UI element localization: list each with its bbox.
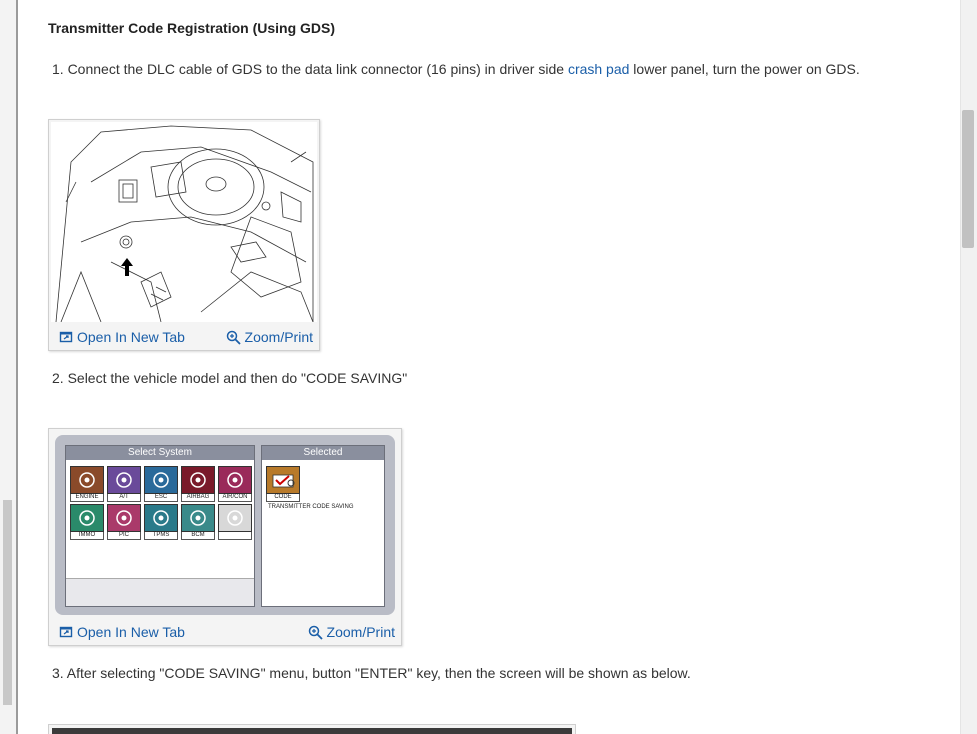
left-divider — [16, 0, 18, 734]
system-icon-label: AIR/CON — [218, 494, 252, 502]
open-in-new-tab-button[interactable]: Open In New Tab — [59, 329, 185, 345]
page-scrollbar-thumb[interactable] — [962, 110, 974, 248]
system-icon-label: ESC — [144, 494, 178, 502]
figure-dlc-location: Open In New Tab Zoom/Print — [48, 119, 320, 351]
system-icon-label: ENGINE — [70, 494, 104, 502]
select-system-panel: Select System ENGINE A/T ESC AIRBAG AIR/CON I… — [65, 445, 255, 607]
system-icon-label: AIRBAG — [181, 494, 215, 502]
transmitter-code-saving-note: TRANSMITTER CODE SAVING — [268, 504, 354, 510]
new-tab-icon — [59, 331, 73, 343]
system-icon-airbag[interactable]: AIRBAG — [181, 466, 215, 504]
open-in-new-tab-label: Open In New Tab — [77, 624, 185, 640]
system-icon-esc[interactable]: ESC — [144, 466, 178, 504]
system-icon-empty[interactable] — [218, 504, 252, 542]
arrow-up-icon — [121, 258, 133, 276]
step-2: 2. Select the vehicle model and then do … — [52, 370, 408, 386]
new-tab-icon — [59, 626, 73, 638]
left-rail — [0, 0, 16, 734]
page-scrollbar[interactable] — [960, 0, 977, 734]
left-scrollbar-thumb[interactable] — [3, 500, 12, 705]
open-in-new-tab-label: Open In New Tab — [77, 329, 185, 345]
gds-screen: Select System ENGINE A/T ESC AIRBAG AIR/CON I… — [51, 431, 399, 617]
step-1-text-end: lower panel, turn the power on GDS. — [629, 61, 860, 77]
section-title: Transmitter Code Registration (Using GDS… — [48, 20, 336, 36]
system-icon-label: PIC — [107, 532, 141, 540]
system-icon-a-t[interactable]: A/T — [107, 466, 141, 504]
zoom-print-button[interactable]: Zoom/Print — [226, 329, 313, 345]
figure-2-actions: Open In New Tab Zoom/Print — [49, 619, 401, 645]
step-3: 3. After selecting "CODE SAVING" menu, b… — [52, 665, 691, 681]
system-icon-label: TPMS — [144, 532, 178, 540]
system-icon-label: A/T — [107, 494, 141, 502]
system-icon-immo[interactable]: IMMO — [70, 504, 104, 542]
figure-gds-select-system: Select System ENGINE A/T ESC AIRBAG AIR/CON I… — [48, 428, 402, 646]
zoom-print-button-2[interactable]: Zoom/Print — [308, 624, 395, 640]
figure-1-actions: Open In New Tab Zoom/Print — [49, 324, 319, 350]
step-1-text: 1. Connect the DLC cable of GDS to the d… — [52, 61, 568, 77]
zoom-print-label: Zoom/Print — [326, 624, 395, 640]
crash-pad-link[interactable]: crash pad — [568, 61, 629, 77]
system-icon-air-con[interactable]: AIR/CON — [218, 466, 252, 504]
code-label: CODE — [266, 494, 300, 502]
selected-header: Selected — [262, 446, 384, 460]
code-saving-title-bar — [52, 728, 572, 734]
open-in-new-tab-button-2[interactable]: Open In New Tab — [59, 624, 185, 640]
zoom-print-label: Zoom/Print — [244, 329, 313, 345]
system-icon-bcm[interactable]: BCM — [181, 504, 215, 542]
zoom-in-icon — [226, 330, 241, 345]
figure-code-saving-screen — [48, 724, 576, 734]
system-icon-label — [218, 532, 252, 540]
zoom-in-icon — [308, 625, 323, 640]
system-icon-label: IMMO — [70, 532, 104, 540]
system-icon-engine[interactable]: ENGINE — [70, 466, 104, 504]
system-icon-pic[interactable]: PIC — [107, 504, 141, 542]
code-saving-icon[interactable]: CODE — [266, 466, 300, 504]
dashboard-illustration — [51, 122, 317, 322]
selected-panel: Selected CODE TRANSMITTER CODE SAVING — [261, 445, 385, 607]
system-icon-label: BCM — [181, 532, 215, 540]
system-icon-tpms[interactable]: TPMS — [144, 504, 178, 542]
select-system-header: Select System — [66, 446, 254, 460]
step-1: 1. Connect the DLC cable of GDS to the d… — [52, 61, 860, 77]
